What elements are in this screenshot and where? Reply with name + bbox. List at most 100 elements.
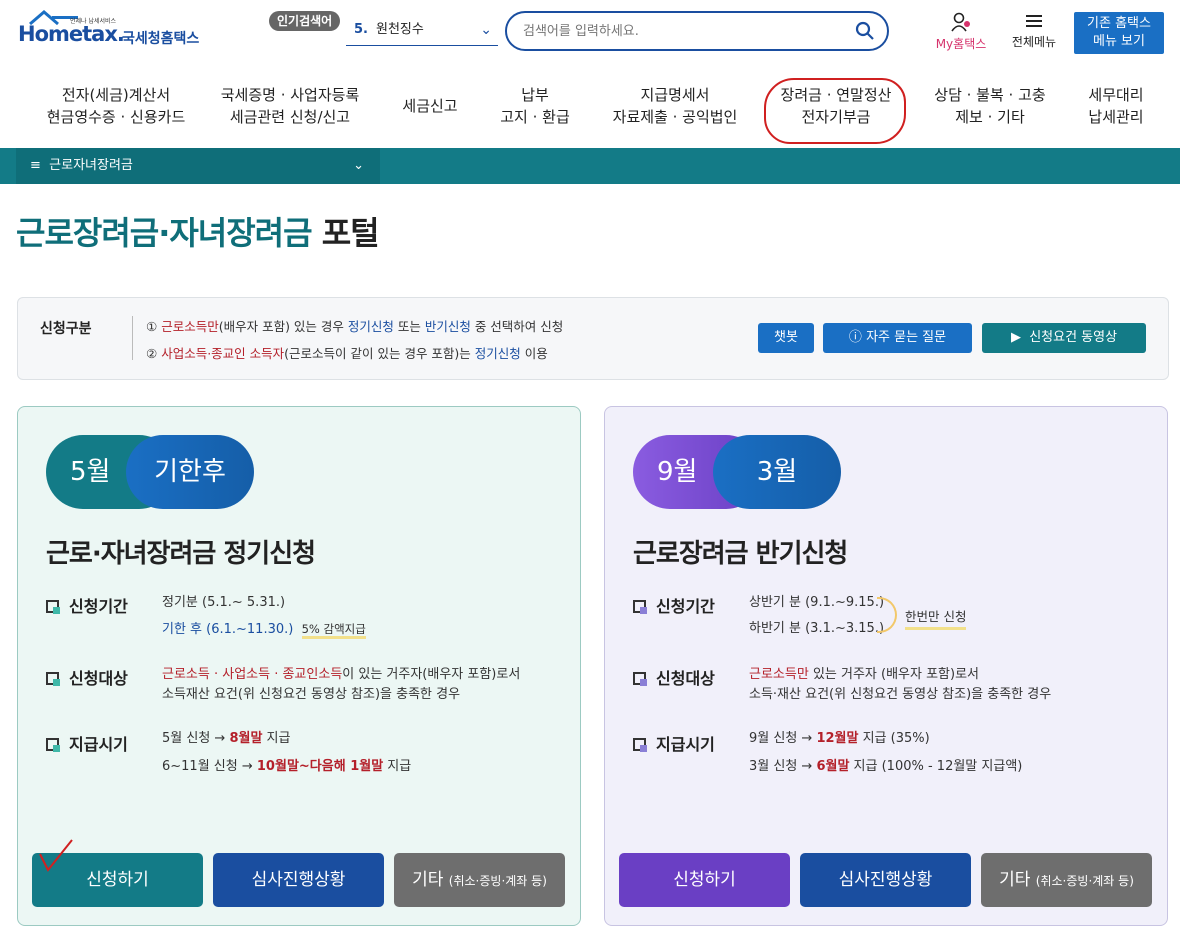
gnb-line1: 전자(세금)계산서	[61, 86, 171, 104]
payment-line-1: 5월 신청 → 8월말 지급	[162, 729, 290, 749]
page-title-main: 근로장려금·자녀장려금	[16, 214, 313, 252]
half-year-application-card: 9월 3월 근로장려금 반기신청 신청기간 상반기 분 (9.1.~9.15.)…	[604, 406, 1168, 926]
faq-button[interactable]: ⓘ 자주 묻는 질문	[823, 323, 972, 353]
all-menu-button[interactable]: 전체메뉴	[1004, 12, 1064, 50]
video-button[interactable]: ▶ 신청요건 동영상	[982, 323, 1146, 353]
period-label: 신청기간	[46, 593, 128, 617]
pay-text: 6~11월 신청 →	[162, 759, 257, 774]
target-label: 신청대상	[633, 665, 715, 689]
gnb-item-tax-agent[interactable]: 세무대리납세관리	[1076, 84, 1156, 128]
gnb-item-statements[interactable]: 지급명세서 자료제출 · 공익법인	[600, 84, 750, 128]
gnb-item-certificates[interactable]: 국세증명 · 사업자등록세금관련 신청/신고	[210, 84, 370, 128]
checkbox-square-icon	[633, 672, 647, 686]
pay-highlight: 6월말	[816, 759, 850, 774]
target-highlight: 근로소득만	[749, 667, 809, 682]
search-icon[interactable]	[855, 21, 875, 41]
checkbox-square-icon	[46, 600, 60, 614]
gnb-item-tax-report[interactable]: 세금신고	[392, 95, 468, 117]
user-icon	[951, 12, 970, 32]
pay-text: 9월 신청 →	[749, 731, 817, 746]
pay-text: 지급 (35%)	[858, 731, 930, 746]
pill-march: 3월	[713, 435, 841, 509]
period-second-half: 하반기 분 (3.1.~3.15.)	[749, 621, 885, 636]
card-title: 근로장려금 반기신청	[633, 539, 848, 569]
gnb-item-e-invoice[interactable]: 전자(세금)계산서 현금영수증 · 신용카드	[36, 84, 196, 128]
play-icon: ▶	[1010, 330, 1021, 345]
checkbox-square-icon	[633, 738, 647, 752]
checkbox-square-icon	[46, 738, 60, 752]
gnb-line1: 납부	[521, 86, 549, 104]
row-label-text: 신청대상	[656, 669, 715, 688]
hand-drawn-highlight-circle	[764, 78, 906, 144]
info-line-1: ① 근로소득만(배우자 포함) 있는 경우 정기신청 또는 반기신청 중 선택하…	[146, 316, 563, 335]
gnb-line1: 국세증명 · 사업자등록	[220, 86, 360, 104]
application-type-box: 신청구분 ① 근로소득만(배우자 포함) 있는 경우 정기신청 또는 반기신청 …	[17, 297, 1169, 380]
payment-label: 지급시기	[633, 731, 715, 755]
hometax-logo[interactable]: 언제나 납세서비스 Hometax. 국세청홈택스	[18, 10, 218, 50]
info-highlight: 근로소득만	[161, 319, 219, 334]
old-menu-line2: 메뉴 보기	[1093, 34, 1145, 49]
other-note: (취소·증빙·계좌 등)	[448, 874, 547, 888]
menu-list-icon: ≡	[30, 158, 41, 173]
period-pills: 5월 기한후	[46, 435, 254, 509]
pay-highlight: 8월말	[229, 731, 263, 746]
page-title: 근로장려금·자녀장려금 포털	[16, 208, 380, 254]
gnb-line2: 자료제출 · 공익법인	[612, 108, 738, 126]
target-text: 근로소득 · 사업소득 · 종교인소득이 있는 거주자(배우자 포함)로서소득재…	[162, 665, 520, 705]
header: 언제나 납세서비스 Hometax. 국세청홈택스 인기검색어 5. 원천징수 ⌄…	[0, 0, 1180, 62]
popular-search-select[interactable]: 5. 원천징수 ⌄	[346, 14, 498, 46]
chevron-down-icon: ⌄	[353, 158, 364, 173]
page-title-suffix: 포털	[311, 214, 380, 252]
divider	[132, 316, 133, 360]
old-menu-button[interactable]: 기존 홈택스 메뉴 보기	[1074, 12, 1164, 54]
apply-button[interactable]: 신청하기	[619, 853, 790, 907]
bracket-decoration	[877, 597, 897, 633]
chatbot-button[interactable]: 챗봇	[758, 323, 814, 353]
gnb-line2: 납세관리	[1088, 108, 1144, 126]
other-label: 기타	[412, 870, 444, 890]
gnb-item-consult[interactable]: 상담 · 불복 · 고충 제보 · 기타	[920, 84, 1060, 128]
circled-number: ②	[146, 346, 158, 361]
question-icon: ⓘ	[848, 330, 862, 345]
other-button[interactable]: 기타 (취소·증빙·계좌 등)	[394, 853, 565, 907]
faq-label: 자주 묻는 질문	[866, 330, 947, 345]
reduction-note: 5% 감액지급	[301, 622, 366, 639]
other-button[interactable]: 기타 (취소·증빙·계좌 등)	[981, 853, 1152, 907]
info-highlight: 반기신청	[424, 319, 471, 334]
target-highlight: 근로소득 · 사업소득 · 종교인소득	[162, 667, 343, 682]
info-line-2: ② 사업소득·종교인 소득자(근로소득이 같이 있는 경우 포함)는 정기신청 …	[146, 343, 548, 362]
old-menu-line1: 기존 홈택스	[1087, 16, 1151, 31]
gnb-line2: 세금관련 신청/신고	[229, 108, 351, 126]
row-label-text: 지급시기	[656, 735, 715, 754]
target-label: 신청대상	[46, 665, 128, 689]
review-status-button[interactable]: 심사진행상황	[213, 853, 384, 907]
pay-text: 지급	[383, 759, 412, 774]
target-text-b: 소득·재산 요건(위 신청요건 동영상 참조)을 충족한 경우	[749, 687, 1052, 702]
gnb-item-payment[interactable]: 납부 고지 · 환급	[490, 84, 580, 128]
row-label-text: 신청대상	[69, 669, 128, 688]
target-text-a: 이 있는 거주자(배우자 포함)로서	[342, 667, 521, 682]
pill-after-deadline: 기한후	[126, 435, 254, 509]
row-label-text: 신청기간	[69, 597, 128, 616]
gnb-line1: 세금신고	[402, 97, 458, 115]
gnb-line2: 제보 · 기타	[955, 108, 1025, 126]
gnb-line1: 세무대리	[1088, 86, 1144, 104]
pay-text: 지급	[262, 731, 291, 746]
pay-text: 5월 신청 →	[162, 731, 230, 746]
lnb-menu-select[interactable]: ≡ 근로자녀장려금 ⌄	[16, 148, 380, 184]
my-hometax-button[interactable]: My홈택스	[928, 12, 994, 52]
period-regular: 정기분 (5.1.~ 5.31.)	[162, 595, 286, 610]
review-status-button[interactable]: 심사진행상황	[800, 853, 971, 907]
hand-drawn-check-icon	[39, 839, 73, 872]
target-text-b: 소득재산 요건(위 신청요건 동영상 참조)을 충족한 경우	[162, 687, 461, 702]
popular-search-tag: 인기검색어	[269, 11, 341, 31]
hamburger-icon	[1026, 15, 1042, 27]
pay-text: 3월 신청 →	[749, 759, 817, 774]
period-late: 기한 후 (6.1.~11.30.) 5% 감액지급	[162, 619, 366, 640]
info-text: 이용	[520, 346, 548, 361]
pay-highlight: 10월말~다음해 1월말	[256, 759, 384, 774]
circled-number: ①	[146, 319, 158, 334]
search-input[interactable]	[523, 21, 843, 41]
info-highlight: 정기신청	[474, 346, 521, 361]
payment-line-1: 9월 신청 → 12월말 지급 (35%)	[749, 729, 930, 749]
